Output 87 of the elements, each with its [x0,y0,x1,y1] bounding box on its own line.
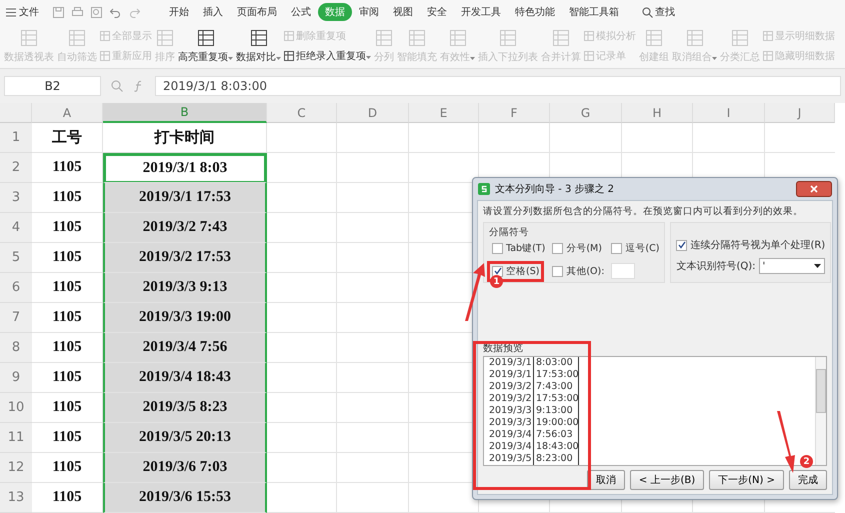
preview-cell-text: 7:56:03 [536,429,574,441]
menu-tab[interactable]: 页面布局 [230,3,284,21]
preview-cell: 2019/3/2 [489,381,533,393]
qualifier-select[interactable]: ' [758,258,824,274]
preview-cell: 17:53:00 [536,393,578,405]
table-cell: 2019/3/4 18:43 [103,363,267,393]
checkbox-label[interactable]: 其他(O): [566,264,604,278]
row-header[interactable]: 5 [0,243,32,273]
find-button[interactable]: 查找 [642,5,675,19]
menu-tab[interactable]: 安全 [420,3,454,21]
column-header[interactable]: C [267,103,337,123]
row-header[interactable]: 8 [0,333,32,363]
preview-cell: 19:00:00 [536,417,578,429]
dialog-button[interactable]: 取消 [586,470,625,490]
preview-cell: 18:43:00 [536,441,578,453]
formula-field[interactable]: 2019/3/1 8:03:00 [155,76,841,96]
menu-tab[interactable]: 数据 [318,3,352,21]
column-header[interactable]: I [693,103,765,123]
row-header[interactable]: 7 [0,303,32,333]
row-header[interactable]: 11 [0,423,32,453]
row-header[interactable]: 3 [0,183,32,213]
row-header[interactable]: 1 [0,123,32,153]
preview-cell: 17:53:00 [536,369,578,381]
table-cell: 2019/3/5 8:23 [103,393,267,423]
table-cell: 2019/3/2 7:43 [103,213,267,243]
menu-tab[interactable]: 开始 [162,3,196,21]
menu-tab[interactable]: 审阅 [352,3,386,21]
menu-tab[interactable]: 开发工具 [454,3,508,21]
menu-tab[interactable]: 智能工具箱 [562,3,626,21]
row-header[interactable]: 10 [0,393,32,423]
preview-cell-text: 7:43:00 [536,381,574,393]
dialog-title: 文本分列向导 - 3 步骤之 2 [495,182,614,196]
checkbox-label[interactable]: 逗号(C) [625,242,660,255]
table-cell: 2019/3/2 17:53 [103,243,267,273]
ribbon-tool[interactable]: 拒绝录入重复项 [284,49,371,63]
column-header[interactable]: B [103,103,267,123]
column-header[interactable]: G [550,103,622,123]
preview-cell: 2019/3/4 [489,441,533,453]
table-cell: 工号 [32,123,103,153]
table-cell: 2019/3/5 20:13 [103,423,267,453]
column-header[interactable]: E [409,103,479,123]
dialog-button[interactable]: < 上一步(B) [630,470,704,490]
ribbon-tool[interactable]: 高亮重复项 [178,28,233,64]
file-menu[interactable]: 文件 [6,5,39,19]
group-label: 分隔符号 [489,226,530,239]
name-box[interactable]: B2 [4,76,101,96]
column-header[interactable]: D [337,103,409,123]
checkbox-label[interactable]: 空格(S) [506,264,540,278]
ribbon-tool[interactable]: 数据对比 [236,28,281,64]
checkbox-label[interactable]: Tab键(T) [506,242,546,255]
checkbox-label[interactable]: 分号(M) [566,242,602,255]
row-header[interactable]: 2 [0,153,32,183]
preview-cell: 2019/3/2 [489,393,533,405]
table-cell: 2019/3/1 17:53 [103,183,267,213]
menu-tab[interactable]: 公式 [284,3,318,21]
column-header[interactable]: F [479,103,550,123]
menu-tab[interactable]: 特色功能 [508,3,562,21]
table-cell: 2019/3/6 15:53 [103,483,267,513]
preview-cell-text: 8:23:00 [536,453,574,465]
preview-cell: 2019/3/1 [489,357,533,369]
dialog-button[interactable]: 下一步(N) > [709,470,784,490]
checkbox-label[interactable]: 连续分隔符号视为单个处理(R) [690,238,826,252]
row-header[interactable]: 12 [0,453,32,483]
table-cell: 2019/3/3 9:13 [103,273,267,303]
column-header[interactable]: J [765,103,835,123]
table-cell: 2019/3/3 19:00 [103,303,267,333]
instruction-text: 请设置分列数据所包含的分隔符号。在预览窗口内可以看到分列的效果。 [483,205,804,218]
row-header[interactable]: 6 [0,273,32,303]
table-cell: 2019/3/6 7:03 [103,453,267,483]
menu-tab[interactable]: 插入 [196,3,230,21]
row-header[interactable]: 13 [0,483,32,513]
column-header[interactable]: H [622,103,693,123]
preview-cell-text: 8:03:00 [536,357,574,369]
table-cell: 2019/3/1 8:03 [103,153,267,183]
preview-cell: 2019/3/1 [489,369,533,381]
menu-tab[interactable]: 视图 [386,3,420,21]
column-header[interactable]: A [32,103,103,123]
preview-cell: 2019/3/5 [489,453,533,465]
dialog-button[interactable]: 完成 [789,470,827,490]
preview-cell: 2019/3/3 [489,417,533,429]
row-header[interactable]: 4 [0,213,32,243]
row-header[interactable]: 9 [0,363,32,393]
preview-cell-text: 9:13:00 [536,405,574,417]
qualifier-label: 文本识别符号(Q): [676,260,756,273]
table-cell: 2019/3/4 7:56 [103,333,267,363]
preview-cell: 2019/3/3 [489,405,533,417]
preview-cell: 2019/3/4 [489,429,533,441]
